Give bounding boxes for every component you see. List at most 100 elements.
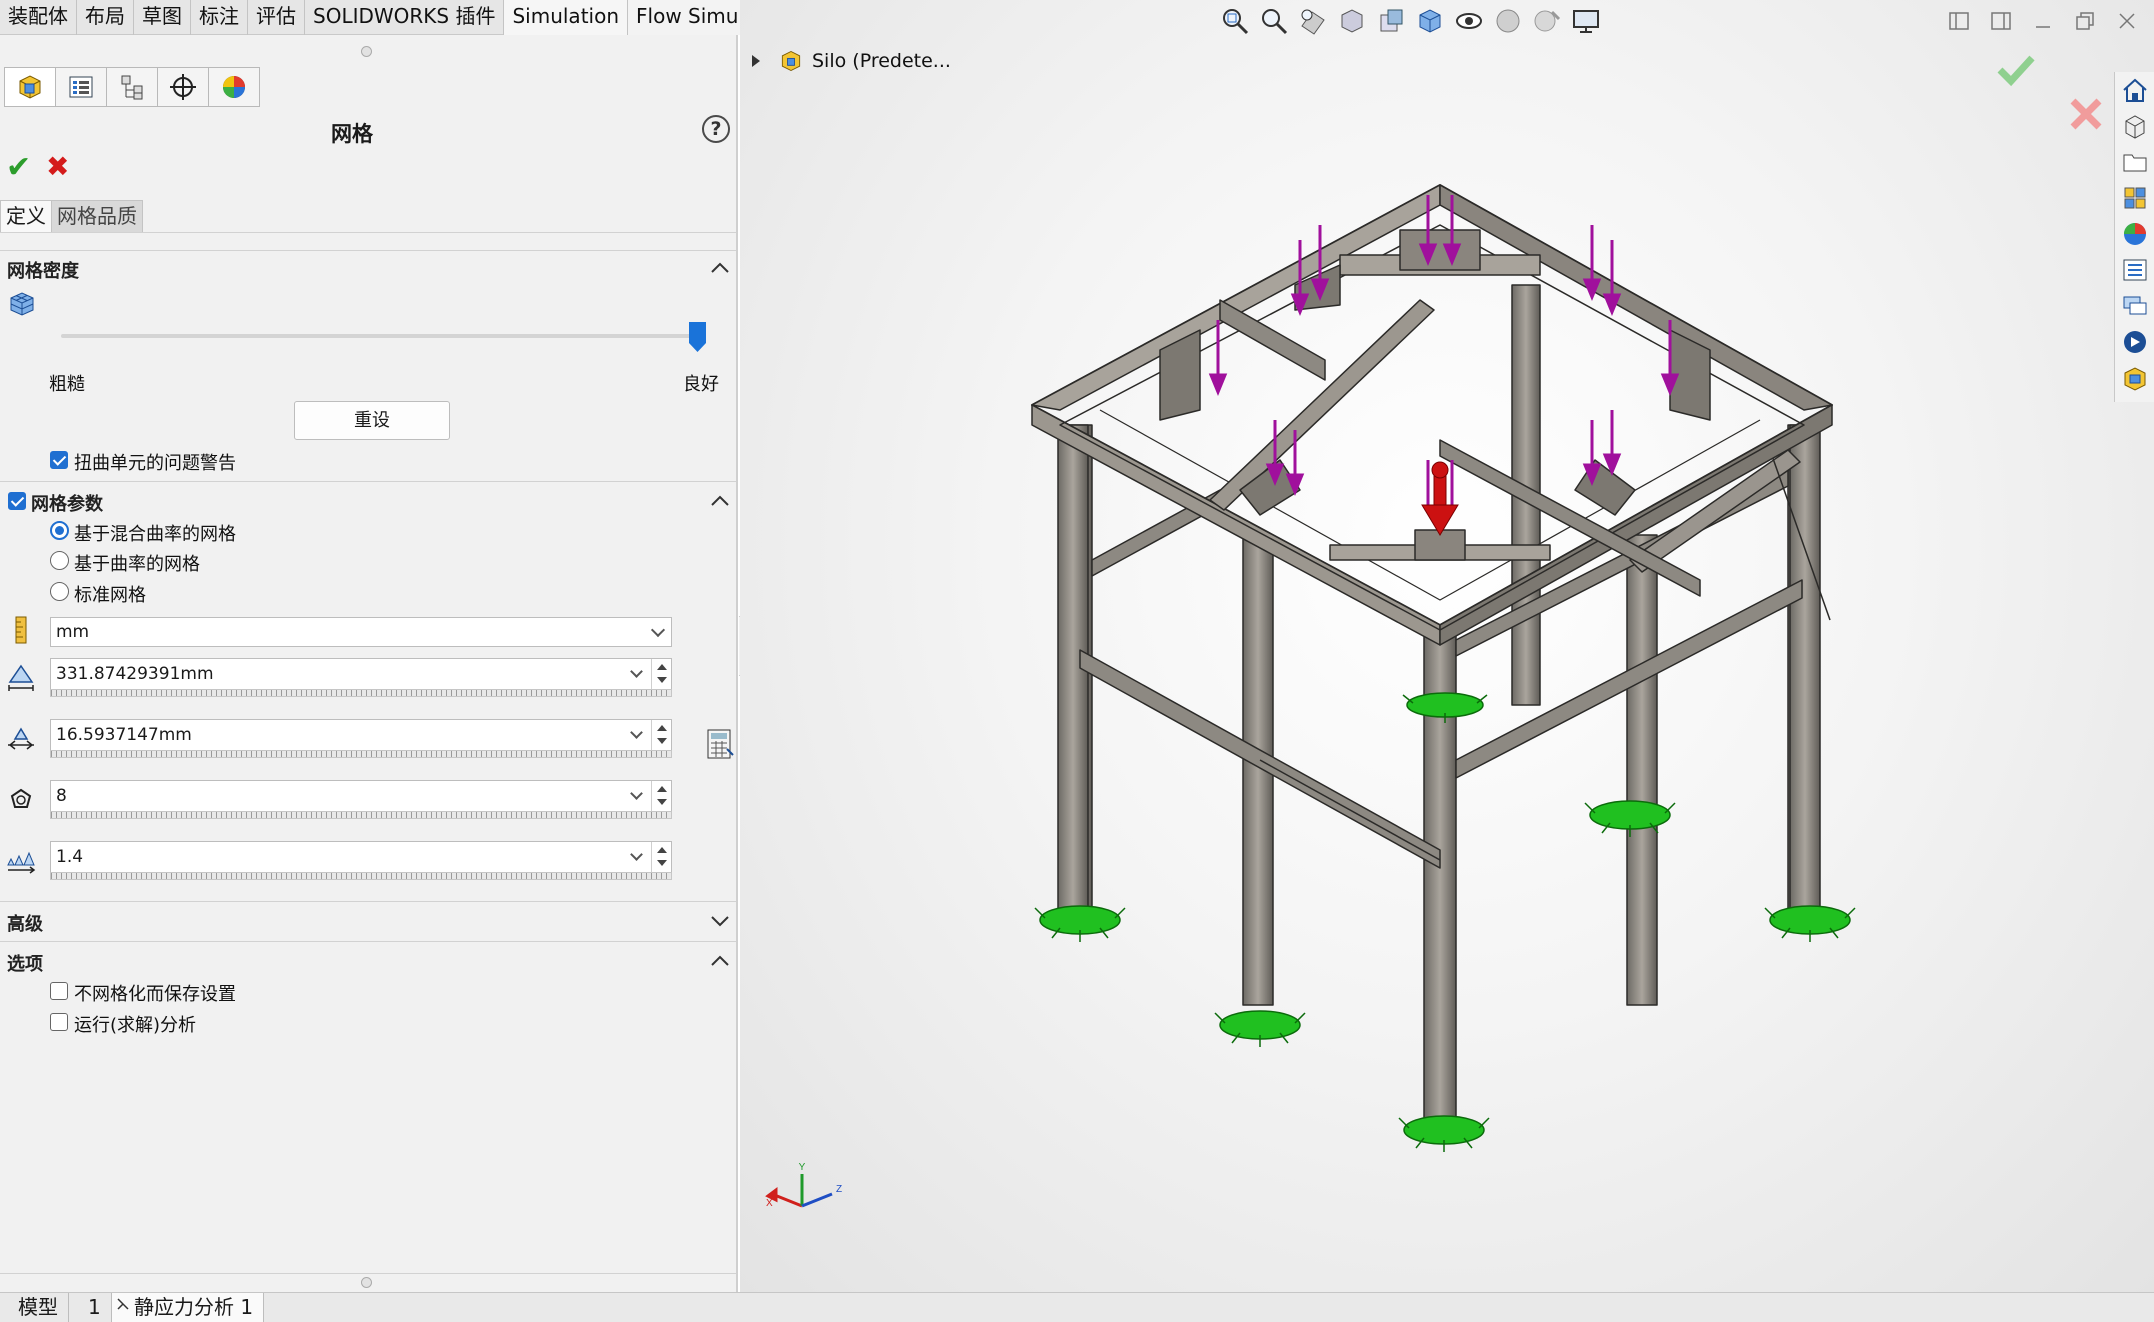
radio-blended-curvature[interactable]: [50, 521, 69, 540]
collapse-chevron-up-icon[interactable]: [708, 259, 732, 277]
growth-ratio-thumbwheel[interactable]: [50, 872, 672, 880]
min-size-spinner[interactable]: [651, 720, 671, 750]
tab-motion-study-1[interactable]: 1: [78, 1293, 112, 1322]
cancel-x-icon[interactable]: ✖: [46, 150, 69, 183]
command-manager-tabs: 装配体 布局 草图 标注 评估 SOLIDWORKS 插件 Simulation…: [0, 0, 804, 35]
mesh-density-heading: 网格密度: [7, 261, 79, 282]
configuration-manager-tab[interactable]: [106, 67, 158, 107]
forum-icon[interactable]: [2121, 292, 2149, 320]
tab-addins[interactable]: SOLIDWORKS 插件: [305, 0, 505, 35]
appearance-sphere-icon: [223, 76, 245, 98]
column-front-right: [1626, 534, 1658, 1006]
save-without-meshing-label: 不网格化而保存设置: [74, 984, 236, 1005]
column-left: [1057, 424, 1089, 926]
panel-top-grip[interactable]: [361, 46, 372, 57]
tab-static-study-1[interactable]: 静应力分析 1: [112, 1293, 265, 1322]
tab-evaluate[interactable]: 评估: [248, 0, 305, 35]
save-without-meshing-checkbox[interactable]: [50, 982, 68, 1000]
min-elements-in-circle-input[interactable]: 8: [50, 780, 672, 812]
mesh-calculator-icon[interactable]: [705, 727, 735, 761]
custom-properties-icon[interactable]: [2121, 256, 2149, 284]
tab-markup[interactable]: 标注: [191, 0, 248, 35]
solidworks-3dexperience-icon[interactable]: [2121, 328, 2149, 356]
option-curvature: 基于曲率的网格: [74, 554, 200, 575]
home-icon[interactable]: [2121, 76, 2149, 104]
simulation-library-icon[interactable]: [2121, 364, 2149, 392]
circle-count-spinner[interactable]: [651, 781, 671, 811]
max-element-size-input[interactable]: 331.87429391mm: [50, 658, 672, 690]
axis-triad: [765, 1174, 833, 1208]
static-study-label: 静应力分析 1: [134, 1295, 254, 1319]
advanced-heading: 高级: [7, 914, 43, 935]
element-growth-ratio-icon: [7, 851, 36, 874]
mesh-density-slider-track[interactable]: [61, 334, 701, 338]
triad-y-label: Y: [799, 1162, 806, 1173]
radio-standard[interactable]: [50, 582, 69, 601]
silo-frame-model[interactable]: Y X Z: [740, 0, 2110, 1290]
display-manager-tab[interactable]: [208, 67, 260, 107]
min-element-size-input[interactable]: 16.5937147mm: [50, 719, 672, 751]
distortion-warning-checkbox[interactable]: [50, 451, 68, 469]
mesh-parameters-heading: 网格参数: [31, 494, 103, 515]
tab-sketch[interactable]: 草图: [134, 0, 191, 35]
property-list-icon: [69, 76, 93, 98]
file-explorer-icon[interactable]: [2121, 148, 2149, 176]
property-manager-tab[interactable]: [55, 67, 107, 107]
triad-z-label: Z: [836, 1184, 842, 1195]
crosshair-icon: [170, 74, 196, 100]
help-icon[interactable]: ?: [702, 115, 730, 143]
run-analysis-label: 运行(求解)分析: [74, 1015, 197, 1036]
document-tabs: 模型 1 静应力分析 1: [0, 1292, 2154, 1322]
unit-select[interactable]: mm: [50, 617, 672, 647]
collapse-chevron-up-icon[interactable]: [708, 952, 732, 970]
growth-ratio-input[interactable]: 1.4: [50, 841, 672, 873]
fine-label: 良好: [683, 374, 719, 395]
feature-tree-tab[interactable]: [4, 67, 56, 107]
tab-mesh-quality[interactable]: 网格品质: [51, 200, 143, 232]
option-standard: 标准网格: [74, 585, 146, 606]
min-elements-in-circle-icon: [10, 788, 32, 808]
growth-ratio-spinner[interactable]: [651, 842, 671, 872]
mesh-parameters-checkbox[interactable]: [8, 492, 26, 510]
task-pane-tabs: [2114, 72, 2154, 402]
study-icon: [117, 1298, 129, 1310]
ok-check-icon[interactable]: ✔: [6, 150, 31, 185]
run-analysis-checkbox[interactable]: [50, 1013, 68, 1031]
appearances-icon[interactable]: [2121, 220, 2149, 248]
options-heading: 选项: [7, 954, 43, 975]
panel-bottom-grip[interactable]: [361, 1277, 372, 1288]
configuration-icon: [121, 75, 143, 100]
column-right: [1789, 424, 1821, 926]
tab-definition[interactable]: 定义: [0, 200, 52, 232]
mesh-density-slider-thumb[interactable]: [689, 322, 706, 352]
ruler-unit-icon: [15, 616, 27, 644]
circle-count-thumbwheel[interactable]: [50, 811, 672, 819]
min-size-thumbwheel[interactable]: [50, 750, 672, 758]
mesh-density-icon: [10, 292, 34, 316]
tab-assembly[interactable]: 装配体: [0, 0, 77, 35]
max-size-thumbwheel[interactable]: [50, 689, 672, 697]
feature-manager-tabs: [4, 67, 260, 107]
close-icon[interactable]: [2116, 10, 2138, 32]
distortion-warning-label: 扭曲单元的问题警告: [74, 453, 236, 474]
collapse-chevron-up-icon[interactable]: [708, 492, 732, 510]
design-library-icon[interactable]: [2121, 184, 2149, 212]
graphics-area[interactable]: Silo (Predete... Y X Z: [740, 0, 2154, 1292]
option-blended-curvature: 基于混合曲率的网格: [74, 524, 236, 545]
tab-simulation[interactable]: Simulation: [504, 0, 629, 35]
max-element-size-icon: [8, 664, 34, 691]
panel-title: 网格: [331, 122, 373, 146]
coarse-label: 粗糙: [49, 374, 85, 395]
resources-icon[interactable]: [2121, 112, 2149, 140]
triad-x-label: X: [766, 1198, 773, 1209]
max-size-spinner[interactable]: [651, 659, 671, 689]
tab-layout[interactable]: 布局: [77, 0, 134, 35]
dimxpert-tab[interactable]: [157, 67, 209, 107]
reset-button[interactable]: 重设: [294, 401, 450, 440]
expand-chevron-down-icon[interactable]: [708, 912, 732, 930]
assembly-icon: [19, 75, 41, 99]
property-manager: 网格 ? ✔ ✖ 定义 网格品质 网格密度 粗糙 良好 重设 扭曲单元的问题警告…: [0, 35, 738, 1292]
tab-model[interactable]: 模型: [8, 1293, 69, 1322]
radio-curvature[interactable]: [50, 551, 69, 570]
min-element-size-icon: [8, 727, 34, 750]
